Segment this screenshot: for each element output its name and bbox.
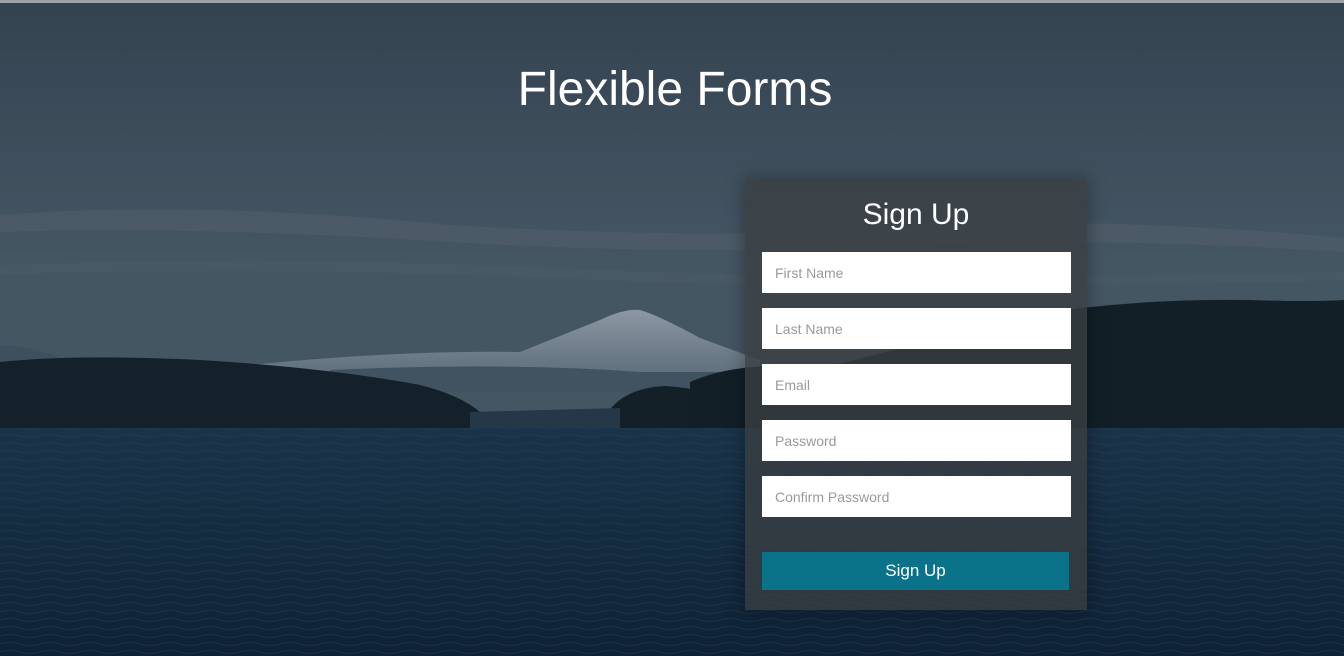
- form-title: Sign Up: [862, 198, 970, 231]
- confirm-password-input[interactable]: [762, 476, 1071, 517]
- page: Flexible Forms Sign Up Sign Up: [0, 0, 1344, 656]
- first-name-input[interactable]: [762, 252, 1071, 293]
- sign-up-button[interactable]: Sign Up: [762, 552, 1069, 590]
- page-title: Flexible Forms: [517, 63, 833, 116]
- password-input[interactable]: [762, 420, 1071, 461]
- signup-form: Sign Up Sign Up: [745, 180, 1087, 610]
- email-input[interactable]: [762, 364, 1071, 405]
- last-name-input[interactable]: [762, 308, 1071, 349]
- top-border: [0, 0, 1344, 3]
